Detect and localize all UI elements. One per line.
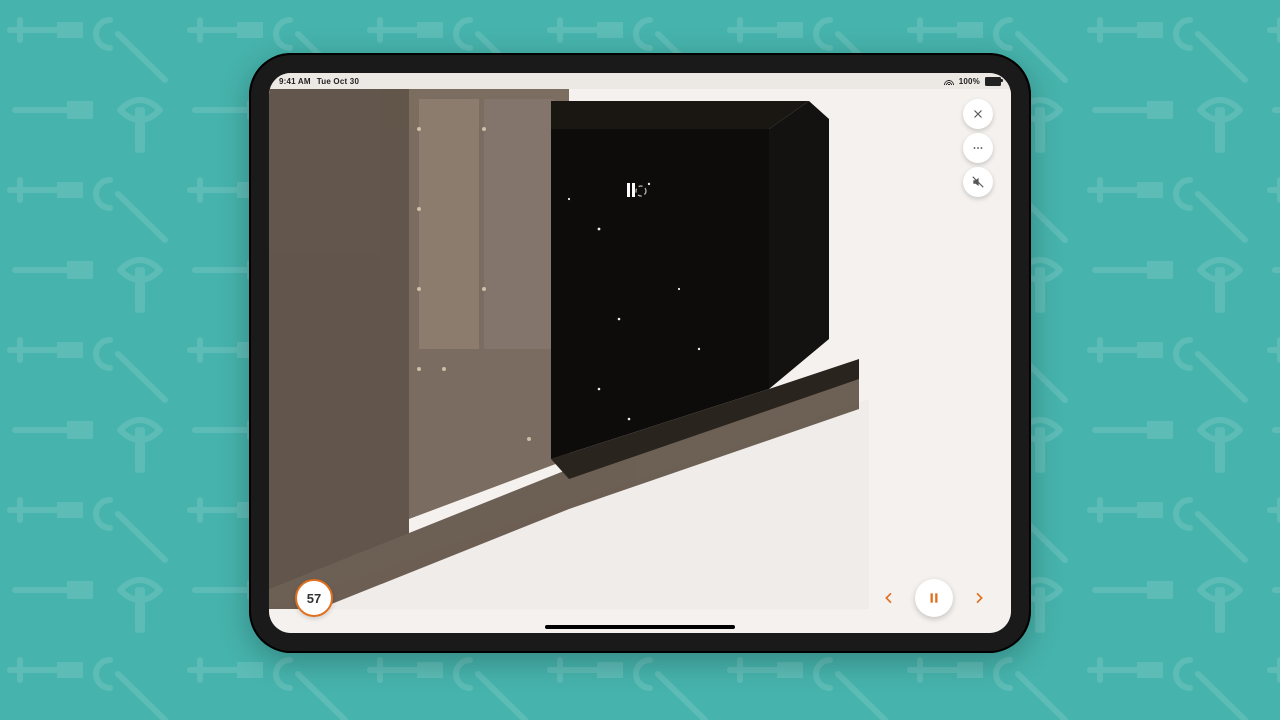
status-time: 9:41 AM (279, 77, 311, 86)
chevron-right-icon (971, 590, 987, 606)
more-options-button[interactable] (963, 133, 993, 163)
tablet-frame: 9:41 AM Tue Oct 30 100% (249, 53, 1031, 653)
status-battery-pct: 100% (959, 77, 980, 86)
pause-button[interactable] (915, 579, 953, 617)
close-button[interactable] (963, 99, 993, 129)
mute-button[interactable] (963, 167, 993, 197)
status-date: Tue Oct 30 (317, 77, 359, 86)
prev-step-button[interactable] (875, 584, 903, 612)
chevron-left-icon (881, 590, 897, 606)
wifi-icon (944, 77, 954, 85)
battery-icon (985, 77, 1001, 86)
step-number: 57 (307, 591, 321, 606)
more-icon (971, 141, 985, 155)
home-indicator[interactable] (545, 625, 735, 629)
mute-icon (971, 175, 985, 189)
assembly-viewer[interactable]: 57 (269, 89, 1011, 633)
playback-controls (875, 579, 993, 617)
desktop-wallpaper: 9:41 AM Tue Oct 30 100% (0, 0, 1280, 720)
next-step-button[interactable] (965, 584, 993, 612)
status-bar: 9:41 AM Tue Oct 30 100% (269, 73, 1011, 89)
pause-icon (927, 591, 941, 605)
furniture-3d-scene (269, 89, 869, 609)
tablet-screen: 9:41 AM Tue Oct 30 100% (269, 73, 1011, 633)
step-number-badge[interactable]: 57 (295, 579, 333, 617)
close-icon (971, 107, 985, 121)
